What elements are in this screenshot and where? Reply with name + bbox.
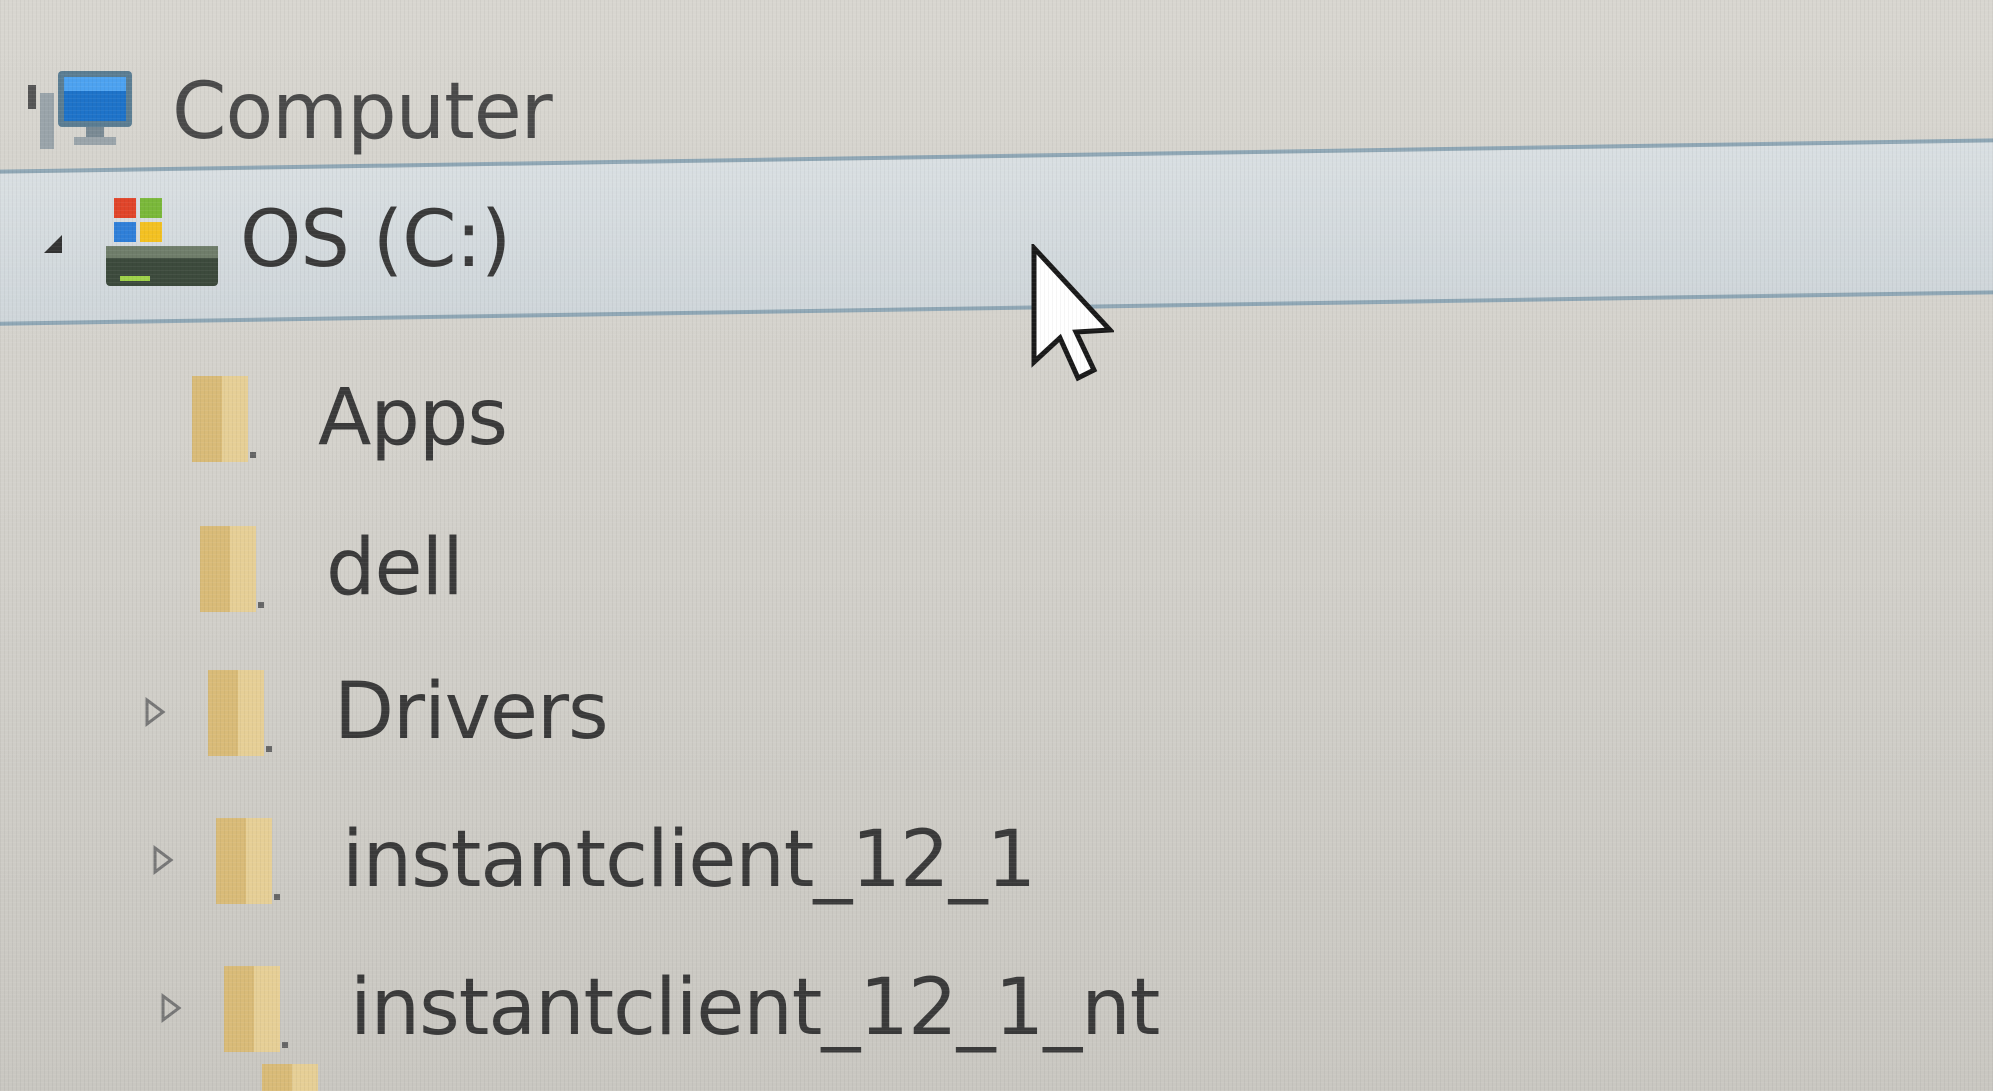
folder-icon bbox=[196, 522, 276, 614]
tree-item-label: dell bbox=[326, 523, 464, 613]
mouse-pointer-icon bbox=[1028, 241, 1116, 384]
tree-item-label: OS (C:) bbox=[240, 195, 511, 285]
collapse-arrow-icon[interactable] bbox=[40, 229, 64, 259]
expand-arrow-icon[interactable] bbox=[152, 845, 174, 875]
expand-arrow-icon[interactable] bbox=[160, 993, 182, 1023]
folder-icon bbox=[188, 372, 268, 464]
tree-item-folder[interactable]: instantclient_12_1_nt bbox=[0, 948, 1993, 1068]
tree-item-folder[interactable]: dell bbox=[0, 508, 1993, 628]
tree-item-label: Apps bbox=[318, 373, 508, 463]
tree-item-os-drive[interactable]: OS (C:) bbox=[0, 137, 1993, 336]
explorer-navigation-pane: Computer OS (C:) Apps dell Drivers insta… bbox=[0, 0, 1993, 1091]
expand-arrow-icon[interactable] bbox=[144, 697, 166, 727]
tree-item-label: instantclient_12_1_nt bbox=[350, 963, 1160, 1053]
tree-item-folder[interactable]: instantclient_12_1 bbox=[0, 800, 1993, 920]
tree-item-folder[interactable]: Drivers bbox=[0, 652, 1993, 772]
folder-icon bbox=[204, 666, 284, 758]
folder-icon bbox=[212, 814, 292, 906]
windows-drive-icon bbox=[100, 192, 224, 296]
folder-icon bbox=[220, 962, 300, 1054]
computer-icon bbox=[28, 65, 138, 159]
tree-item-label: Drivers bbox=[334, 667, 609, 757]
tree-item-label: instantclient_12_1 bbox=[342, 815, 1036, 905]
tree-item-folder[interactable]: Apps bbox=[0, 358, 1993, 478]
folder-icon bbox=[258, 1060, 338, 1091]
